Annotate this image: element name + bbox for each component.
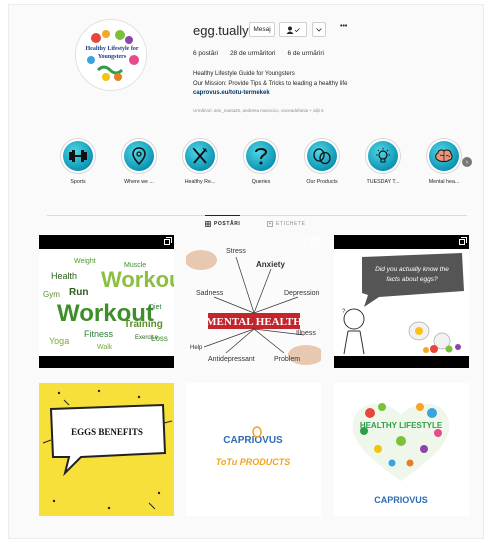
person-check-icon <box>286 26 300 34</box>
post-mental-health[interactable]: MENTAL HEALTH Stress Anxiety Depression … <box>186 235 321 368</box>
lightbulb-icon <box>376 148 390 163</box>
profile-stats: 6 postări 28 de urmăritori 6 de urmăriri <box>193 50 324 57</box>
word-cloud-gym: Gym <box>43 290 60 299</box>
mh-word-stress: Stress <box>226 248 246 255</box>
bio-line-2: Our Mission: Provide Tips & Tricks to le… <box>193 80 348 87</box>
mh-word-illness: Illness <box>296 330 316 337</box>
highlight-label: TUESDAY T... <box>366 179 400 185</box>
word-cloud-weight: Weight <box>74 258 96 265</box>
highlight-our-products[interactable]: Our Products <box>293 138 351 185</box>
following-count[interactable]: 6 de urmăriri <box>287 50 323 57</box>
tag-icon <box>267 221 273 227</box>
highlight-healthy-recipes[interactable]: Healthy Re... <box>171 138 229 185</box>
more-options-icon[interactable]: ••• <box>340 23 347 30</box>
mental-health-title: MENTAL HEALTH <box>206 316 302 328</box>
post-healthy-lifestyle[interactable]: HEALTHY LIFESTYLE CAPRIOVUS <box>334 383 469 516</box>
highlight-where-we[interactable]: Where we ... <box>110 138 168 185</box>
healthy-heart-image: HEALTHY LIFESTYLE CAPRIOVUS <box>352 403 450 505</box>
egg-facts-image: Did you actually know the facts about eg… <box>342 253 464 355</box>
highlight-label: Queries <box>251 179 271 185</box>
mh-word-sadness: Sadness <box>196 290 224 297</box>
avatar-text-1: Healthy Lifestyle for <box>86 46 139 52</box>
word-cloud-diet: Diet <box>149 304 162 311</box>
profile-avatar[interactable]: Healthy Lifestyle for Youngsters <box>75 19 147 91</box>
profile-bio: Healthy Lifestyle Guide for Youngsters O… <box>193 70 347 99</box>
bio-link[interactable]: caprovus.eu/totu-termekek <box>193 89 347 99</box>
username: egg.tually <box>193 23 249 38</box>
caprovus-logo-text: CAPRIOVUS <box>223 435 283 446</box>
post-egg-facts[interactable]: Did you actually know the facts about eg… <box>334 235 469 368</box>
highlight-sports[interactable]: Sports <box>49 138 107 185</box>
egg-question-2: facts about eggs? <box>386 276 438 283</box>
totu-products-image: CAPRIOVUS ToTu PRODUCTS <box>216 426 291 467</box>
dumbbell-icon <box>69 150 87 162</box>
highlight-label: Mental hea... <box>428 179 460 185</box>
multi-post-icon <box>164 237 172 245</box>
word-cloud-training: Training <box>124 319 163 330</box>
posts-count: 6 postări <box>193 50 218 57</box>
tab-posts-label: POSTĂRI <box>214 221 241 227</box>
highlight-label: Where we ... <box>124 179 154 185</box>
multi-post-icon <box>459 237 467 245</box>
location-pin-icon <box>132 147 146 165</box>
post-workout[interactable]: Workout Workout Health Gym Fitness Train… <box>39 235 174 368</box>
eggs-benefits-text: EGGS BENEFITS <box>71 427 143 437</box>
word-cloud-health: Health <box>51 271 77 281</box>
totu-products-text: ToTu PRODUCTS <box>216 457 291 467</box>
word-cloud-exercise: Exercise <box>135 335 159 341</box>
highlight-label: Sports <box>70 179 86 185</box>
word-cloud-fitness: Fitness <box>84 329 114 339</box>
brain-icon <box>435 149 453 162</box>
word-workout-2: Workout <box>101 267 174 292</box>
highlights-next-arrow-icon[interactable]: › <box>462 157 472 167</box>
post-totu-products[interactable]: CAPRIOVUS ToTu PRODUCTS <box>186 383 321 516</box>
tabs-divider <box>47 215 467 216</box>
post-eggs-benefits[interactable]: EGGS BENEFITS <box>39 383 174 516</box>
bio-line-1: Healthy Lifestyle Guide for Youngsters <box>193 71 295 77</box>
mh-word-depression: Depression <box>284 290 320 297</box>
profile-page: Healthy Lifestyle for Youngsters egg.tua… <box>8 4 484 539</box>
highlight-label: Healthy Re... <box>184 179 216 185</box>
question-mark-icon <box>255 148 268 165</box>
highlight-label: Our Products <box>306 179 338 185</box>
word-cloud-muscle: Muscle <box>124 262 146 269</box>
followed-by-text[interactable]: Urmăriori: ami_maria25, andreea.marocico… <box>193 108 324 113</box>
multi-post-icon <box>311 237 319 245</box>
highlight-tuesday-tips[interactable]: TUESDAY T... <box>354 138 412 185</box>
workout-word-cloud: Workout Workout Health Gym Fitness Train… <box>43 258 174 351</box>
message-button[interactable]: Mesaj <box>249 22 275 37</box>
healthy-lifestyle-text: HEALTHY LIFESTYLE <box>360 421 443 430</box>
word-cloud-yoga: Yoga <box>49 336 69 346</box>
word-cloud-walk: Walk <box>97 344 113 351</box>
eggs-benefits-image: EGGS BENEFITS <box>42 389 173 510</box>
fork-knife-icon <box>192 147 208 164</box>
mh-word-antidepressant: Antidepressant <box>208 356 255 363</box>
highlight-queries[interactable]: Queries <box>232 138 290 185</box>
mental-health-image: MENTAL HEALTH Stress Anxiety Depression … <box>186 235 321 368</box>
tab-tagged[interactable]: ETICHETE <box>267 221 306 227</box>
avatar-text-2: Youngsters <box>98 54 127 60</box>
word-cloud-run: Run <box>69 287 88 298</box>
grid-icon <box>205 221 211 227</box>
followers-count[interactable]: 28 de urmăritori <box>230 50 276 57</box>
mh-word-problem: Problem <box>274 356 300 363</box>
follow-button[interactable] <box>279 22 307 37</box>
avatar-logo-image: Healthy Lifestyle for Youngsters <box>86 30 139 81</box>
mh-word-help: Help <box>190 345 203 351</box>
suggestions-button[interactable] <box>312 22 326 37</box>
caprovus-logo-text-2: CAPRIOVUS <box>374 495 428 505</box>
chevron-down-icon <box>316 27 322 32</box>
tab-posts[interactable]: POSTĂRI <box>205 215 241 227</box>
egg-question-1: Did you actually know the <box>375 266 449 273</box>
tab-tagged-label: ETICHETE <box>276 221 306 227</box>
eggs-icon <box>313 148 331 165</box>
mh-word-anxiety: Anxiety <box>256 260 285 269</box>
